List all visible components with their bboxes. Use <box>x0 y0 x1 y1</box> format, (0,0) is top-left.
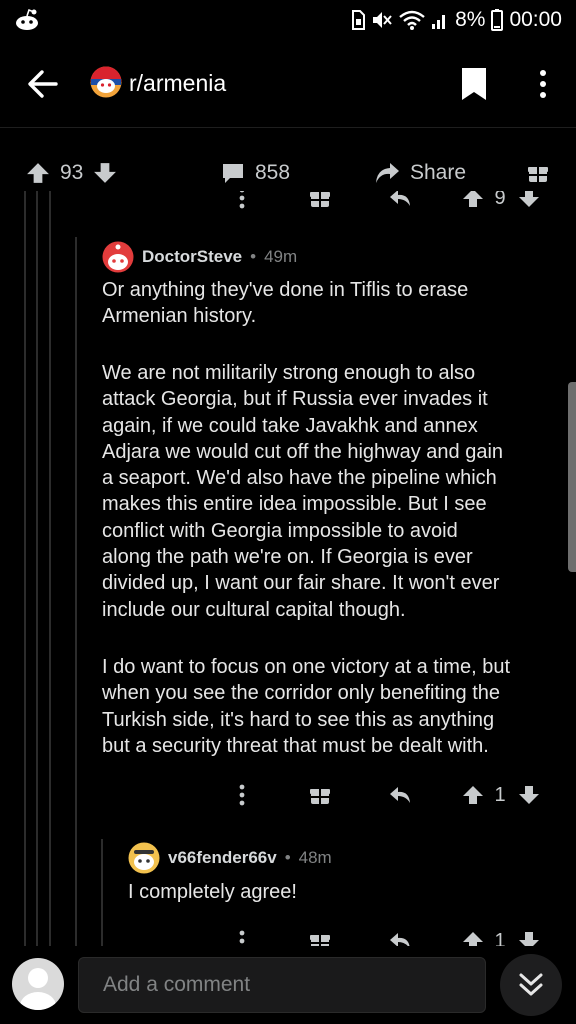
back-button[interactable] <box>22 64 66 104</box>
double-chevron-down-icon <box>519 973 543 996</box>
vote-score: 1 <box>494 929 506 947</box>
award-button[interactable] <box>300 780 340 810</box>
comment-age: 48m <box>298 848 332 867</box>
thread-line[interactable] <box>101 839 103 946</box>
thread-line[interactable] <box>24 179 26 946</box>
gift-icon <box>310 789 330 804</box>
reply-button[interactable] <box>380 780 420 810</box>
more-options-button[interactable] <box>222 926 262 946</box>
avatar[interactable] <box>12 958 64 1010</box>
vote-score: 1 <box>494 783 506 806</box>
comment-actions: 1 <box>222 780 562 810</box>
reply-icon <box>390 933 410 946</box>
post-vote-group: 93 <box>26 159 117 187</box>
reddit-notification-icon <box>14 8 40 37</box>
comment-dot: • <box>284 848 291 867</box>
comment-body-paragraph: I do want to focus on one victory at a t… <box>102 656 510 757</box>
add-comment-input[interactable]: Add a comment <box>78 957 486 1013</box>
comment-body-paragraph: I completely agree! <box>128 881 297 903</box>
upvote-button[interactable] <box>460 780 486 810</box>
next-comment-button[interactable] <box>500 954 562 1016</box>
more-options-button[interactable] <box>532 66 554 102</box>
comments-count-button[interactable]: 858 <box>221 159 290 187</box>
status-bar: 8% 00:00 <box>0 0 576 40</box>
more-vertical-icon <box>239 784 245 806</box>
signal-icon <box>432 15 446 29</box>
comments-count: 858 <box>255 161 291 184</box>
comments-area[interactable]: 9 93 858 Share DoctorSteve • 49m Or anyt… <box>0 129 576 946</box>
gift-icon <box>528 167 548 182</box>
comment-body-paragraph: Or anything they've done in Tiflis to er… <box>102 279 469 328</box>
app-header: r/armenia <box>0 40 576 128</box>
award-button[interactable] <box>300 926 340 946</box>
battery-icon <box>491 9 504 31</box>
more-vertical-icon <box>239 930 245 944</box>
avatar[interactable] <box>128 842 160 874</box>
downvote-button[interactable] <box>516 926 542 946</box>
comment-author[interactable]: DoctorSteve <box>142 247 242 267</box>
downvote-arrow-icon <box>519 932 539 946</box>
comment-dot: • <box>250 247 257 266</box>
gift-icon <box>310 935 330 946</box>
comment-author[interactable]: v66fender66v <box>168 848 277 868</box>
reply-icon <box>390 787 410 803</box>
comment-composer-bar: Add a comment <box>0 946 576 1024</box>
thread-line[interactable] <box>49 179 51 946</box>
upvote-arrow-icon <box>463 786 483 804</box>
post-action-bar: 93 858 Share <box>0 129 576 191</box>
sim-icon <box>352 10 366 30</box>
upvote-arrow-icon <box>463 932 483 946</box>
downvote-arrow-icon <box>519 786 539 804</box>
comment-header: v66fender66v • 48m <box>128 841 332 875</box>
subreddit-icon[interactable] <box>90 66 122 98</box>
downvote-arrow-icon[interactable] <box>93 161 117 185</box>
share-label: Share <box>410 161 467 184</box>
clock: 00:00 <box>509 8 562 31</box>
downvote-button[interactable] <box>516 780 542 810</box>
award-button[interactable] <box>527 159 549 187</box>
bookmark-button[interactable] <box>458 66 490 102</box>
comment-age: 49m <box>264 247 298 266</box>
battery-percent: 8% <box>455 8 486 31</box>
reply-button[interactable] <box>380 926 420 946</box>
share-button[interactable]: Share <box>374 159 466 187</box>
back-arrow-icon <box>28 70 58 98</box>
comment-actions: 1 <box>222 926 562 946</box>
subreddit-name[interactable]: r/armenia <box>129 70 226 97</box>
wifi-icon <box>399 10 425 30</box>
share-arrow-icon <box>376 163 399 183</box>
mute-icon <box>373 12 392 28</box>
thread-line[interactable] <box>36 179 38 946</box>
comment-body-paragraph: We are not militarily strong enough to a… <box>102 362 504 621</box>
thread-line[interactable] <box>75 237 77 946</box>
user-placeholder-icon <box>20 968 56 1010</box>
upvote-arrow-icon[interactable] <box>26 161 50 185</box>
bookmark-icon <box>462 68 486 100</box>
comment-header: DoctorSteve • 49m <box>102 240 297 274</box>
post-score: 93 <box>60 161 84 184</box>
more-options-button[interactable] <box>222 780 262 810</box>
avatar[interactable] <box>102 241 134 273</box>
more-vertical-icon <box>540 70 546 98</box>
comment-bubble-icon <box>223 164 243 183</box>
upvote-button[interactable] <box>460 926 486 946</box>
scrollbar[interactable] <box>568 382 576 572</box>
